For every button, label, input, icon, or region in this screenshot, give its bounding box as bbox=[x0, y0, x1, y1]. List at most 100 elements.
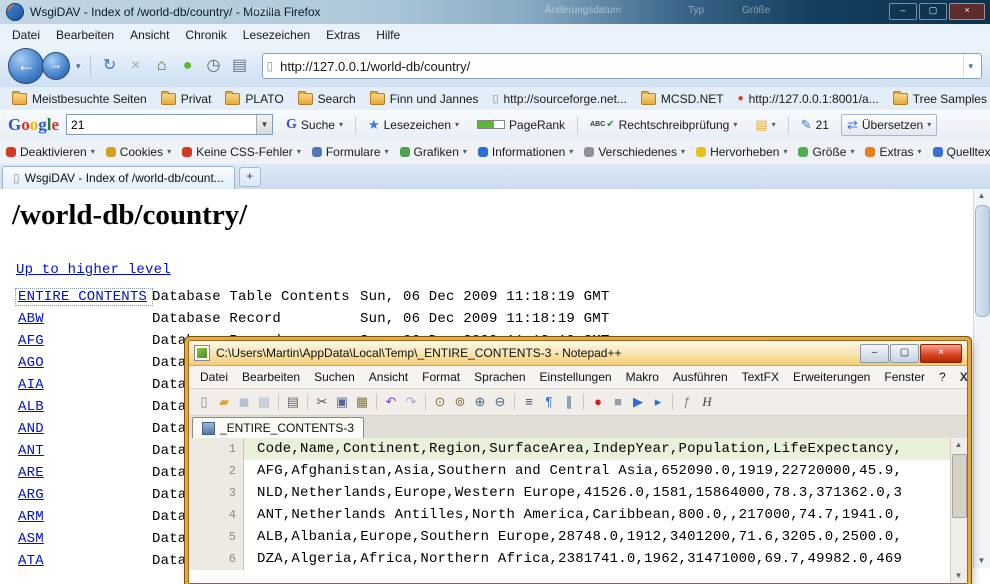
new-file-icon[interactable]: ▯ bbox=[195, 393, 213, 411]
menu-datei[interactable]: Datei bbox=[4, 26, 48, 44]
play-macro-icon[interactable]: ▶ bbox=[629, 393, 647, 411]
notepad-menu-item[interactable]: ? bbox=[932, 368, 953, 386]
bookmark-margin[interactable] bbox=[189, 526, 204, 548]
resource-link-afg[interactable]: AFG bbox=[18, 333, 152, 349]
google-button-pagerank[interactable]: PageRank bbox=[471, 115, 571, 135]
indent-guide-icon[interactable]: ∥ bbox=[560, 393, 578, 411]
bookmark-finn-und-jannes[interactable]: Finn und Jannes bbox=[364, 90, 485, 108]
history-dropdown-icon[interactable]: ▾ bbox=[74, 61, 83, 72]
notepad-menu-sprachen[interactable]: Sprachen bbox=[467, 368, 532, 386]
run-macro-multi-icon[interactable]: ▸ bbox=[649, 393, 667, 411]
resource-link-ata[interactable]: ATA bbox=[18, 553, 152, 568]
webdev-cookies[interactable]: Cookies▾ bbox=[106, 145, 171, 159]
menu-hilfe[interactable]: Hilfe bbox=[368, 26, 408, 44]
notepad-menu-bearbeiten[interactable]: Bearbeiten bbox=[235, 368, 307, 386]
paste-icon[interactable]: ▦ bbox=[353, 393, 371, 411]
save-icon[interactable]: ◼ bbox=[235, 393, 253, 411]
maximize-button[interactable]: ▢ bbox=[919, 3, 947, 20]
line-text[interactable]: DZA,Algeria,Africa,Northern Africa,23817… bbox=[244, 548, 951, 570]
editor-scroll-up-icon[interactable]: ▲ bbox=[951, 438, 966, 452]
find-icon[interactable]: ⊙ bbox=[431, 393, 449, 411]
line-text[interactable]: ALB,Albania,Europe,Southern Europe,28748… bbox=[244, 526, 951, 548]
resource-link-and[interactable]: AND bbox=[18, 421, 152, 437]
url-dropdown-icon[interactable]: ▾ bbox=[963, 54, 977, 78]
view-in-browser-icon[interactable]: H bbox=[698, 393, 716, 411]
webdev-deaktivieren[interactable]: Deaktivieren▾ bbox=[6, 145, 95, 159]
undo-icon[interactable]: ↶ bbox=[382, 393, 400, 411]
notepad-minimize-button[interactable]: – bbox=[860, 344, 889, 363]
bookmark-http-sourceforge-net[interactable]: ▯http://sourceforge.net... bbox=[486, 90, 632, 108]
copy-icon[interactable]: ▣ bbox=[333, 393, 351, 411]
google-button-rechtschreibpr-fung[interactable]: ABC✔Rechtschreibprüfung▾ bbox=[584, 115, 743, 135]
notepad-menu-format[interactable]: Format bbox=[415, 368, 467, 386]
firefox-titlebar[interactable]: WsgiDAV - Index of /world-db/country/ - … bbox=[0, 0, 990, 25]
editor-scrollbar-thumb[interactable] bbox=[952, 454, 967, 518]
notepad-maximize-button[interactable]: ▢ bbox=[890, 344, 919, 363]
notepad-menu-textfx[interactable]: TextFX bbox=[735, 368, 786, 386]
close-button[interactable]: × bbox=[949, 3, 985, 20]
google-search-box[interactable]: ▼ bbox=[66, 114, 273, 135]
notepad-menu-x[interactable]: X bbox=[953, 368, 975, 386]
new-tab-button[interactable]: + bbox=[239, 167, 261, 187]
editor-area[interactable]: 1Code,Name,Continent,Region,SurfaceArea,… bbox=[189, 438, 951, 583]
resource-link-ago[interactable]: AGO bbox=[18, 355, 152, 371]
editor-scroll-down-icon[interactable]: ▼ bbox=[951, 569, 966, 583]
notepad-close-button[interactable]: × bbox=[920, 344, 962, 363]
stop-macro-icon[interactable]: ■ bbox=[609, 393, 627, 411]
google-button-suche[interactable]: GSuche▾ bbox=[280, 114, 349, 136]
notepad-menu-datei[interactable]: Datei bbox=[193, 368, 235, 386]
bookmark-mcsd-net[interactable]: MCSD.NET bbox=[635, 90, 730, 108]
content-scrollbar[interactable]: ▲ ▼ bbox=[973, 189, 990, 568]
bookmark-search[interactable]: Search bbox=[292, 90, 362, 108]
word-wrap-icon[interactable]: ≡ bbox=[520, 393, 538, 411]
menu-ansicht[interactable]: Ansicht bbox=[122, 26, 177, 44]
url-bar[interactable]: ▯ ▾ bbox=[262, 53, 982, 79]
reload-icon[interactable]: ↻ bbox=[98, 54, 122, 78]
replace-icon[interactable]: ⊚ bbox=[451, 393, 469, 411]
webdev-grafiken[interactable]: Grafiken▾ bbox=[400, 145, 467, 159]
resource-link-arm[interactable]: ARM bbox=[18, 509, 152, 525]
bookmark-margin[interactable] bbox=[189, 548, 204, 570]
menu-chronik[interactable]: Chronik bbox=[177, 26, 234, 44]
print-icon[interactable]: ▤ bbox=[284, 393, 302, 411]
bookmark-margin[interactable] bbox=[189, 482, 204, 504]
google-button-lesezeichen[interactable]: ★Lesezeichen▾ bbox=[362, 114, 465, 136]
editor-scrollbar[interactable]: ▲ ▼ bbox=[950, 438, 967, 583]
zoom-out-icon[interactable]: ⊖ bbox=[491, 393, 509, 411]
url-input[interactable] bbox=[278, 58, 963, 75]
extension-icon[interactable]: ● bbox=[176, 54, 200, 78]
notepad-menu-suchen[interactable]: Suchen bbox=[307, 368, 362, 386]
resource-link-asm[interactable]: ASM bbox=[18, 531, 152, 547]
search-dropdown-icon[interactable]: ▼ bbox=[256, 115, 272, 134]
bookmark-margin[interactable] bbox=[189, 460, 204, 482]
forward-button[interactable]: → bbox=[42, 52, 70, 80]
menu-extras[interactable]: Extras bbox=[318, 26, 368, 44]
scrollbar-thumb[interactable] bbox=[975, 205, 990, 317]
notepad-menu-einstellungen[interactable]: Einstellungen bbox=[533, 368, 619, 386]
google-button-item[interactable]: ▤▾ bbox=[749, 114, 781, 136]
notepad-titlebar[interactable]: C:\Users\Martin\AppData\Local\Temp\_ENTI… bbox=[189, 341, 967, 366]
bookmark-http-127-0-0-1-8001-a[interactable]: ●http://127.0.0.1:8001/a... bbox=[732, 90, 885, 108]
resource-link-aia[interactable]: AIA bbox=[18, 377, 152, 393]
notepad-menu-fenster[interactable]: Fenster bbox=[877, 368, 932, 386]
scroll-down-icon[interactable]: ▼ bbox=[974, 554, 989, 568]
webdev-keine-css-fehler[interactable]: Keine CSS-Fehler▾ bbox=[182, 145, 301, 159]
cut-icon[interactable]: ✂ bbox=[313, 393, 331, 411]
google-button-bersetzen[interactable]: ⇄Übersetzen▾ bbox=[841, 114, 937, 136]
print-icon[interactable]: ▤ bbox=[228, 54, 252, 78]
home-icon[interactable]: ⌂ bbox=[150, 54, 174, 78]
webdev-gr-e[interactable]: Größe▾ bbox=[798, 145, 854, 159]
bookmark-tree-samples[interactable]: Tree Samples bbox=[887, 90, 990, 108]
tab-wsgidav[interactable]: ▯ WsgiDAV - Index of /world-db/count... bbox=[2, 166, 235, 189]
up-to-higher-level-link[interactable]: Up to higher level bbox=[16, 262, 171, 278]
menu-lesezeichen[interactable]: Lesezeichen bbox=[235, 26, 318, 44]
line-text[interactable]: ANT,Netherlands Antilles,North America,C… bbox=[244, 504, 951, 526]
minimize-button[interactable]: – bbox=[889, 3, 917, 20]
notepad-tab[interactable]: _ENTIRE_CONTENTS-3 bbox=[192, 417, 364, 438]
bookmark-privat[interactable]: Privat bbox=[155, 90, 218, 108]
resource-link-ant[interactable]: ANT bbox=[18, 443, 152, 459]
notepad-menu-ansicht[interactable]: Ansicht bbox=[362, 368, 415, 386]
resource-link-entire-contents[interactable]: ENTIRE CONTENTS bbox=[16, 289, 152, 305]
redo-icon[interactable]: ↷ bbox=[402, 393, 420, 411]
open-folder-icon[interactable]: ▰ bbox=[215, 393, 233, 411]
